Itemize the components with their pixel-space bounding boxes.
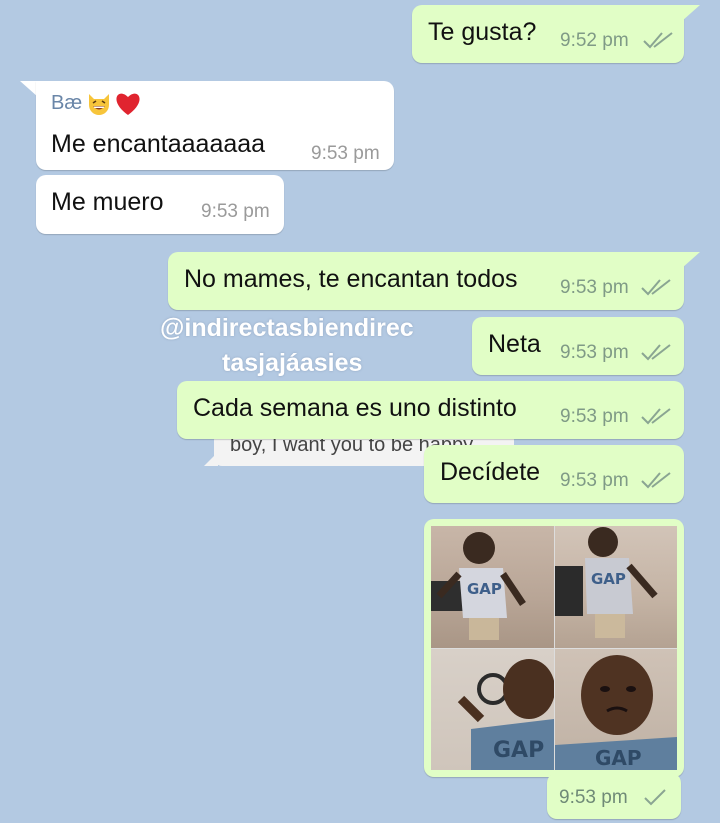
message-bubble-outgoing[interactable]: GAP GAP GAP GAP [424, 519, 684, 777]
double-check-icon [641, 279, 671, 296]
gif-frame: GAP [555, 526, 677, 648]
single-check-icon [644, 789, 666, 806]
baby-face-icon: GAP [555, 655, 677, 770]
message-bubble-incoming[interactable]: Me muero 9:53 pm [36, 175, 284, 234]
bubble-tail-icon [682, 252, 700, 268]
baby-figure-icon: GAP [431, 532, 526, 640]
message-text: Te gusta? [428, 18, 537, 46]
gif-image[interactable]: GAP GAP GAP GAP [431, 526, 677, 770]
message-text: Me encantaaaaaaa [51, 130, 266, 158]
double-check-icon [641, 344, 671, 361]
message-bubble-outgoing[interactable]: No mames, te encantan todos 9:53 pm [168, 252, 684, 310]
cat-grin-icon [89, 94, 109, 115]
message-bubble-incoming[interactable]: Bæ Me encantaaaaaaa 9:53 pm [36, 81, 394, 170]
baby-face-icon: GAP [457, 659, 554, 770]
message-time: 9:53 pm [560, 406, 629, 427]
svg-text:GAP: GAP [467, 580, 502, 598]
svg-text:GAP: GAP [595, 746, 642, 770]
bubble-tail-icon [204, 452, 218, 466]
message-text: No mames, te encantan todos [184, 265, 518, 293]
message-time: 9:53 pm [560, 470, 629, 491]
gif-frame: GAP [555, 649, 677, 770]
message-time-bubble: 9:53 pm [547, 773, 681, 819]
baby-figure-icon: GAP [555, 527, 658, 638]
message-text: Me muero [51, 188, 164, 216]
message-time: 9:53 pm [560, 277, 629, 298]
watermark-line-1: @indirectasbiendirec [160, 314, 414, 342]
watermark-line-2: tasjajáasies [222, 349, 363, 377]
message-time: 9:52 pm [560, 30, 629, 51]
message-text: Neta [488, 330, 541, 358]
message-time: 9:53 pm [201, 201, 270, 222]
message-bubble-outgoing[interactable]: Decídete 9:53 pm [424, 445, 684, 503]
message-time: 9:53 pm [560, 342, 629, 363]
message-bubble-outgoing[interactable]: Cada semana es uno distinto 9:53 pm [177, 381, 684, 439]
double-check-icon [641, 472, 671, 489]
double-check-icon [643, 32, 673, 49]
gif-frame: GAP [431, 526, 554, 648]
message-bubble-outgoing[interactable]: Te gusta? 9:52 pm [412, 5, 684, 63]
message-text: Cada semana es uno distinto [193, 394, 517, 422]
double-check-icon [641, 408, 671, 425]
svg-text:GAP: GAP [591, 570, 626, 588]
svg-text:GAP: GAP [493, 738, 544, 763]
red-heart-icon [116, 93, 140, 115]
message-time: 9:53 pm [311, 143, 380, 164]
message-time: 9:53 pm [559, 787, 628, 808]
message-bubble-outgoing[interactable]: Neta 9:53 pm [472, 317, 684, 375]
bubble-tail-icon [682, 5, 700, 21]
gif-frame: GAP [431, 649, 554, 770]
message-text: Decídete [440, 458, 541, 486]
sender-name: Bæ [51, 92, 83, 114]
